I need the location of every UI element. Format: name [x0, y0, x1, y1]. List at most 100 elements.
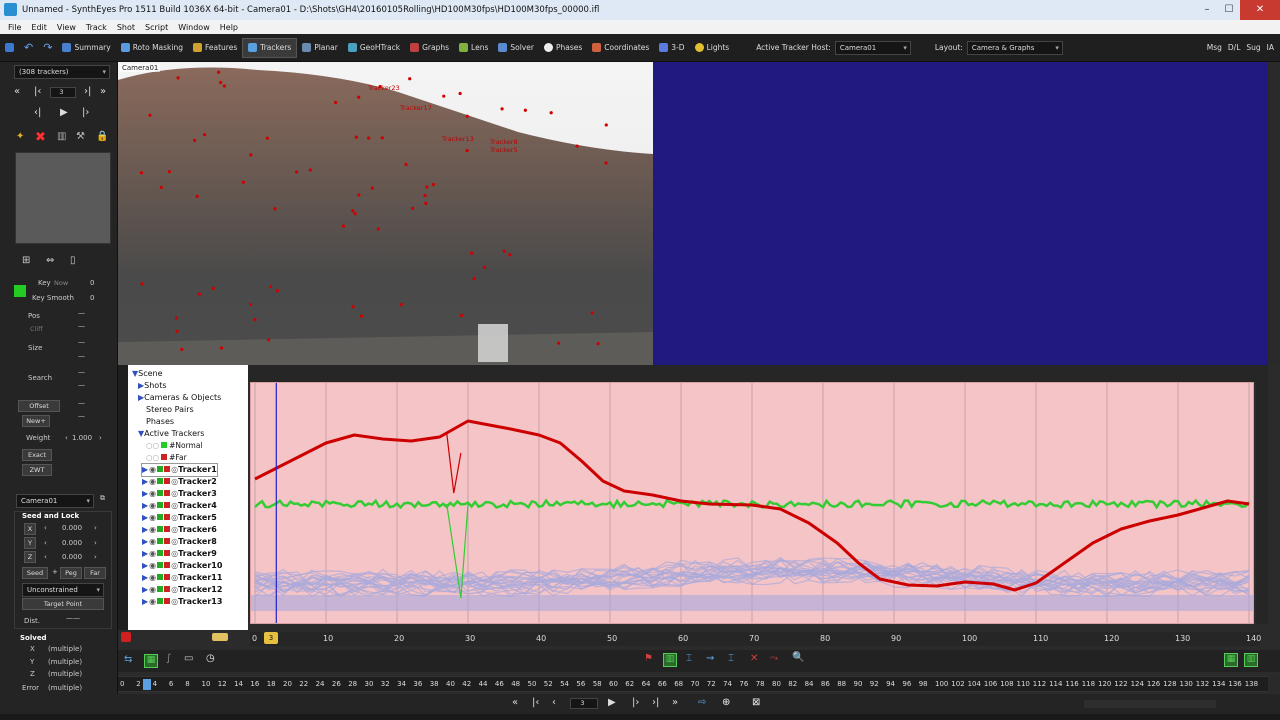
- visibility-icon[interactable]: ◉: [149, 561, 156, 570]
- tracker-marker[interactable]: [470, 251, 474, 255]
- frame-ruler[interactable]: 0 10 20 30 40 50 60 70 80 90 100 110 120 130 140 3: [250, 632, 1261, 646]
- tracker-lock-icon[interactable]: [164, 550, 171, 556]
- tracker-lock-icon[interactable]: [164, 598, 171, 604]
- keyboard-icon[interactable]: ▭: [184, 653, 193, 664]
- tree-scene[interactable]: ▼Scene: [132, 368, 163, 380]
- viewport-empty-pane[interactable]: [653, 62, 1268, 365]
- tracker-marker[interactable]: [370, 186, 374, 190]
- zoom-icon[interactable]: 🔍: [792, 652, 804, 663]
- z-value[interactable]: 0.000: [62, 553, 82, 561]
- timeline-scrollbar[interactable]: [1268, 676, 1280, 692]
- room-solver[interactable]: Solver: [493, 38, 539, 58]
- loop-icon[interactable]: ⇨: [698, 697, 706, 708]
- play-icon[interactable]: ▶: [608, 697, 616, 708]
- tracker-marker[interactable]: [458, 91, 462, 96]
- tracker-marker[interactable]: [222, 84, 226, 88]
- tree-tracker-row[interactable]: ▶◉ ◎Tracker9: [142, 548, 217, 560]
- menu-file[interactable]: File: [8, 23, 21, 32]
- visibility-icon[interactable]: ◉: [149, 501, 156, 510]
- tracker-marker[interactable]: [273, 207, 277, 211]
- room-lens[interactable]: Lens: [454, 38, 493, 58]
- close-button[interactable]: ✕: [1240, 0, 1280, 20]
- active-tracker-host-select[interactable]: Camera01: [834, 40, 911, 55]
- ruler-slider-icon[interactable]: [212, 633, 228, 641]
- room-phases[interactable]: Phases: [539, 38, 587, 58]
- room-lights[interactable]: Lights: [690, 38, 735, 58]
- tracker-marker[interactable]: [357, 95, 361, 99]
- tracker-marker[interactable]: [219, 80, 223, 85]
- menu-help[interactable]: Help: [220, 23, 238, 32]
- tracker-marker[interactable]: [465, 149, 469, 153]
- undo-icon[interactable]: ↶: [19, 38, 38, 58]
- tracker-marker[interactable]: [404, 162, 408, 167]
- tracker-select[interactable]: (308 trackers): [14, 65, 110, 79]
- tree-group-far[interactable]: ○○ #Far: [146, 452, 187, 464]
- step-back-icon[interactable]: ‹|: [34, 107, 41, 118]
- visibility-icon[interactable]: ◉: [149, 549, 156, 558]
- tracker-marker[interactable]: [549, 111, 553, 115]
- z-increment[interactable]: ›: [94, 553, 97, 561]
- tracker-lock-icon[interactable]: [164, 574, 171, 580]
- tracker-lock-icon[interactable]: [164, 562, 171, 568]
- tracker-marker[interactable]: [180, 347, 184, 351]
- x-increment[interactable]: ›: [94, 524, 97, 532]
- viewport-scrollbar[interactable]: [1268, 62, 1280, 365]
- tree-tracker-row[interactable]: ▶◉ ◎Tracker6: [142, 524, 217, 536]
- rewind-icon[interactable]: «: [512, 697, 518, 708]
- visibility-icon[interactable]: ◉: [149, 585, 156, 594]
- expand-icon[interactable]: ▶: [142, 501, 148, 510]
- x-lock-button[interactable]: X: [24, 523, 36, 535]
- prev-key-icon[interactable]: |‹: [34, 86, 41, 97]
- tree-tracker-row[interactable]: ▶◉ ◎Tracker5: [142, 512, 217, 524]
- tracker-marker[interactable]: [217, 70, 221, 74]
- tree-tracker-row[interactable]: ▶◉ ◎Tracker1: [141, 463, 218, 477]
- tracker-marker[interactable]: [596, 341, 600, 346]
- play-track-icon[interactable]: ▶: [60, 107, 68, 118]
- tracker-lock-icon[interactable]: [164, 526, 171, 532]
- tracker-marker[interactable]: [192, 138, 197, 142]
- menu-shot[interactable]: Shot: [117, 23, 135, 32]
- tracker-marker[interactable]: [249, 302, 253, 307]
- tracker-marker[interactable]: [459, 313, 464, 318]
- camera-link-icon[interactable]: ⧉: [100, 494, 105, 503]
- x-decrement[interactable]: ‹: [44, 524, 47, 532]
- tracker-marker[interactable]: [219, 346, 224, 350]
- tree-cameras-objects[interactable]: ▶Cameras & Objects: [138, 392, 221, 404]
- tracker-marker[interactable]: [275, 289, 279, 293]
- tracker-marker[interactable]: [380, 136, 384, 140]
- tree-tracker-row[interactable]: ▶◉ ◎Tracker4: [142, 500, 217, 512]
- record-icon[interactable]: [121, 632, 131, 642]
- y-lock-button[interactable]: Y: [24, 537, 36, 549]
- playback-frame-field[interactable]: 3: [570, 698, 598, 709]
- tracker-marker[interactable]: [174, 316, 179, 320]
- tracker-marker[interactable]: [203, 133, 207, 137]
- tracker-lock-icon[interactable]: [164, 490, 171, 496]
- tracker-label-17[interactable]: Tracker17: [400, 104, 432, 112]
- tracker-marker[interactable]: [249, 153, 253, 157]
- layout-alt-icon[interactable]: ▥: [1244, 653, 1258, 667]
- key-value[interactable]: 0: [90, 279, 94, 287]
- expand-icon[interactable]: ▶: [142, 513, 148, 522]
- next-key-icon[interactable]: ›|: [84, 86, 91, 97]
- tracker-marker[interactable]: [253, 317, 257, 322]
- grid-icon[interactable]: ⊞: [22, 255, 30, 266]
- camera-select[interactable]: Camera01: [16, 494, 94, 508]
- seed-button[interactable]: Seed: [22, 567, 48, 579]
- last-frame-icon[interactable]: »: [100, 86, 106, 97]
- room-roto-masking[interactable]: Roto Masking: [116, 38, 188, 58]
- save-icon[interactable]: [0, 38, 19, 58]
- exact-button[interactable]: Exact: [22, 449, 52, 461]
- tracker-lock-icon[interactable]: [164, 478, 171, 484]
- tracker-marker[interactable]: [604, 123, 608, 127]
- tree-tracker-row[interactable]: ▶◉ ◎Tracker8: [142, 536, 217, 548]
- curve-icon[interactable]: ∫: [166, 653, 171, 664]
- marker-icon[interactable]: ⌶: [686, 653, 692, 664]
- tracker-label-13[interactable]: Tracker13: [442, 135, 474, 143]
- tracker-marker[interactable]: [211, 286, 215, 290]
- delete-key-icon[interactable]: ✕: [750, 653, 758, 664]
- arrows-icon[interactable]: ⇔: [46, 255, 54, 266]
- graph-editor[interactable]: [250, 382, 1254, 624]
- ia-button[interactable]: IA: [1264, 38, 1280, 58]
- tracker-marker[interactable]: [268, 285, 273, 289]
- tracker-marker[interactable]: [359, 314, 364, 318]
